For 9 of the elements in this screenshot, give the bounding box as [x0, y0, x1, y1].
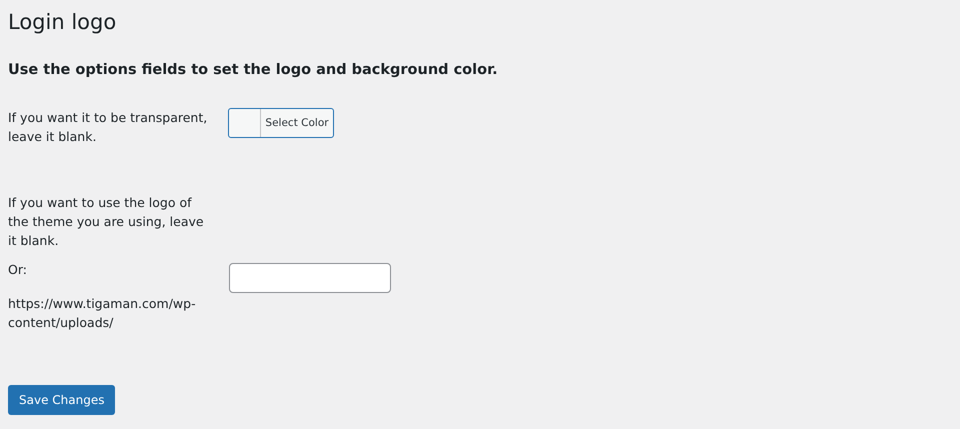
field-label: If you want to use the logo of the theme you are using, leave it blank. — [8, 194, 205, 250]
field-label: Or: — [8, 261, 28, 279]
input-field[interactable] — [229, 263, 391, 293]
save-button[interactable]: Save Changes — [8, 385, 116, 415]
select-color-button[interactable]: Select Color — [228, 108, 334, 138]
path-text: https://www.tigaman.com/wp-content/uploads/ — [8, 295, 197, 332]
section-heading: Use the options fields to set the logo and background color. — [8, 61, 499, 80]
field-label: If you want it to be transparent, leave it blank. — [8, 109, 208, 146]
page-title: Login logo — [8, 9, 118, 36]
